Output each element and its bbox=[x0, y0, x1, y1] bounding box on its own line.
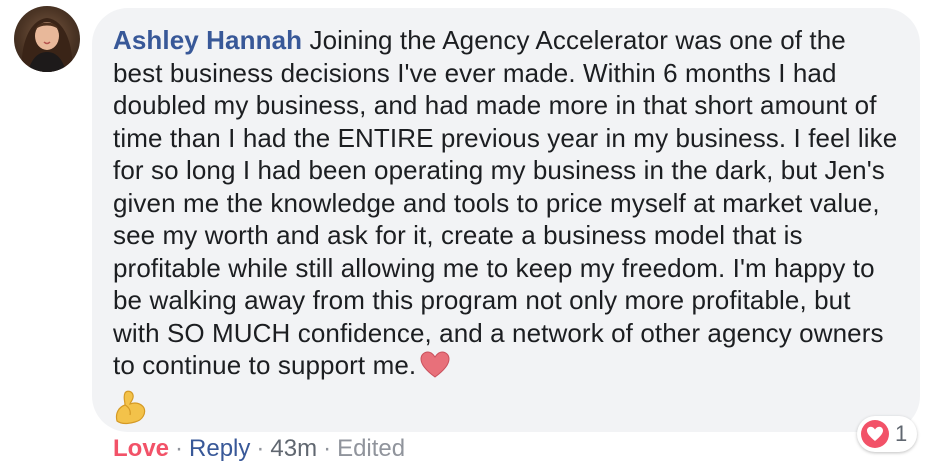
edited-label[interactable]: Edited bbox=[337, 435, 405, 462]
author-name[interactable]: Ashley Hannah bbox=[113, 25, 302, 55]
separator-dot: · bbox=[323, 435, 332, 462]
comment: Ashley Hannah Joining the Agency Acceler… bbox=[0, 0, 948, 474]
comment-actions: Love · Reply · 43m · Edited bbox=[113, 433, 405, 465]
reaction-summary[interactable]: 1 bbox=[857, 416, 918, 452]
separator-dot: · bbox=[175, 435, 184, 462]
love-button[interactable]: Love bbox=[113, 435, 169, 462]
comment-text: Ashley Hannah Joining the Agency Acceler… bbox=[113, 24, 898, 387]
separator-dot: · bbox=[256, 435, 265, 462]
reaction-count: 1 bbox=[895, 421, 908, 446]
emoji-row bbox=[113, 389, 898, 429]
avatar[interactable] bbox=[14, 6, 80, 72]
avatar-image bbox=[21, 18, 73, 72]
flexed-biceps-emoji bbox=[113, 389, 147, 430]
heart-emoji bbox=[420, 351, 450, 387]
comment-bubble: Ashley Hannah Joining the Agency Acceler… bbox=[92, 8, 920, 432]
timestamp-link[interactable]: 43m bbox=[270, 435, 317, 462]
reply-button[interactable]: Reply bbox=[189, 435, 250, 462]
heart-icon bbox=[861, 420, 889, 448]
comment-body: Joining the Agency Accelerator was one o… bbox=[113, 25, 898, 380]
